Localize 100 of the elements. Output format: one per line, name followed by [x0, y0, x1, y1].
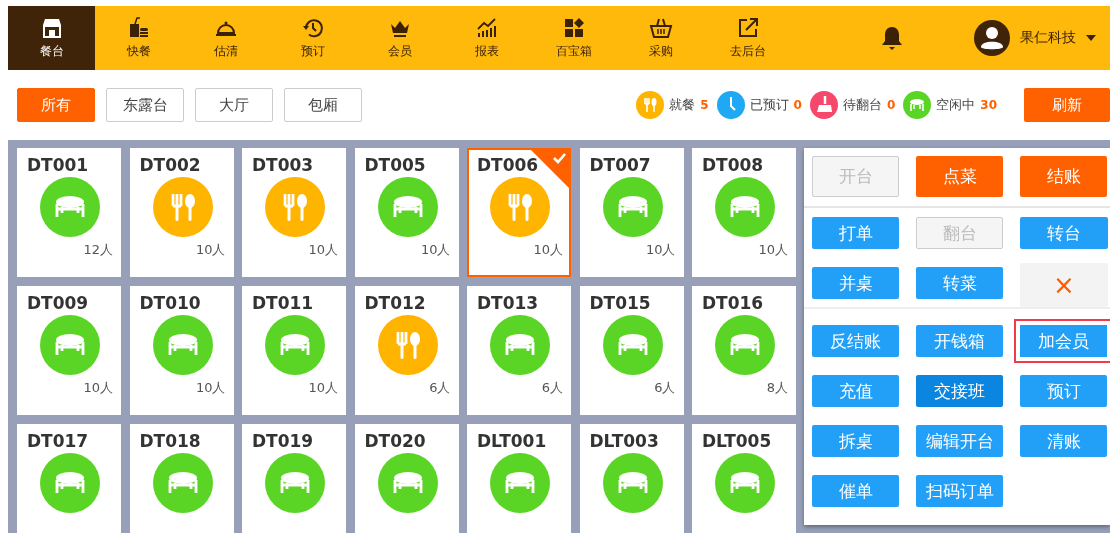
table-name: DT003 [252, 154, 315, 176]
table-card[interactable]: DT001 12人 [17, 148, 121, 277]
table-icon [490, 453, 550, 513]
table-icon [377, 453, 438, 513]
table-name: DT002 [139, 154, 202, 176]
status-label: 待翻台 [842, 96, 882, 114]
table-name: DT001 [27, 154, 90, 176]
table-icon [715, 177, 775, 237]
table-icon [715, 453, 775, 513]
table-card[interactable]: DT019 [242, 424, 346, 533]
table-icon [377, 177, 438, 237]
action-button[interactable]: 交接班 [916, 375, 1003, 407]
area-tab[interactable]: 东露台 [106, 88, 184, 122]
nav-tab[interactable]: 会员 [356, 6, 443, 70]
seat-count: 10人 [758, 241, 788, 259]
seat-count: 6人 [654, 379, 676, 397]
table-name: DT018 [139, 430, 202, 452]
seat-count: 10人 [420, 241, 451, 259]
status-label: 已预订 [749, 96, 789, 114]
user-menu[interactable]: 果仁科技 [1020, 29, 1096, 47]
seat-count: 10人 [308, 241, 338, 259]
table-name: DT011 [252, 292, 315, 314]
table-card[interactable]: DT009 10人 [17, 286, 121, 415]
table-name: DT016 [702, 292, 765, 314]
table-name: DT012 [364, 292, 427, 314]
table-card[interactable]: DT005 10人 [354, 148, 459, 277]
table-card[interactable]: DLT001 [467, 424, 571, 533]
table-name: DT010 [139, 292, 202, 314]
table-icon [265, 453, 325, 513]
nav-tab[interactable]: 百宝箱 [530, 6, 617, 70]
table-name: DLT005 [702, 430, 773, 452]
seat-count: 8人 [766, 379, 788, 397]
area-tab[interactable]: 大厅 [195, 88, 273, 122]
table-icon [602, 453, 663, 513]
table-card[interactable]: DLT003 [579, 424, 684, 533]
table-card[interactable]: DT012 6人 [354, 286, 459, 415]
fork-and-spoon-icon [152, 177, 213, 237]
status-count: 0 [886, 98, 896, 112]
table-card[interactable]: DT013 6人 [467, 286, 571, 415]
table-name: DT017 [27, 430, 90, 452]
nav-tab[interactable]: 采购 [617, 6, 704, 70]
table-name: DT020 [364, 430, 427, 452]
nav-tab[interactable]: 餐台 [8, 6, 95, 70]
basket-icon [648, 16, 673, 40]
table-name: DT009 [27, 292, 90, 314]
table-card[interactable]: DT006 10人 [467, 148, 571, 277]
seat-count: 10人 [195, 241, 226, 259]
status-label: 就餐 [669, 96, 696, 114]
table-card[interactable]: DLT005 [692, 424, 796, 533]
table-name: DT013 [477, 292, 540, 314]
table-icon [715, 315, 775, 375]
table-icon [602, 177, 663, 237]
seat-count: 10人 [195, 379, 226, 397]
table-name: DLT003 [589, 430, 660, 452]
caret-icon [1086, 35, 1096, 41]
nav-tab[interactable]: 估清 [182, 6, 269, 70]
table-card[interactable]: DT017 [17, 424, 121, 533]
table-card[interactable]: DT020 [354, 424, 459, 533]
table-icon [152, 453, 213, 513]
nav-tab[interactable]: 预订 [269, 6, 356, 70]
table-name: DT006 [477, 154, 540, 176]
table-name: DT015 [589, 292, 652, 314]
seat-count: 6人 [429, 379, 451, 397]
fork-and-spoon-icon [377, 315, 438, 375]
seat-count: 10人 [308, 379, 338, 397]
table-name: DT005 [364, 154, 427, 176]
table-card[interactable]: DT008 10人 [692, 148, 796, 277]
table-name: DLT001 [477, 430, 548, 452]
table-card[interactable]: DT010 10人 [129, 286, 234, 415]
nav-tab[interactable]: 去后台 [704, 6, 791, 70]
table-card[interactable]: DT016 8人 [692, 286, 796, 415]
table-card[interactable]: DT011 10人 [242, 286, 346, 415]
area-tab[interactable]: 包厢 [284, 88, 362, 122]
table-icon [40, 453, 100, 513]
status-count: 0 [793, 98, 802, 112]
table-name: DT019 [252, 430, 315, 452]
table-card[interactable]: DT018 [129, 424, 234, 533]
status-count: 5 [700, 98, 709, 112]
status-count: 30 [980, 98, 997, 112]
history-icon [300, 16, 325, 40]
seat-count: 10人 [533, 241, 563, 259]
table-icon [602, 315, 663, 375]
seat-count: 12人 [83, 241, 113, 259]
nav-tab[interactable]: 快餐 [95, 6, 182, 70]
table-card[interactable]: DT003 10人 [242, 148, 346, 277]
table-card[interactable]: DT002 10人 [129, 148, 234, 277]
table-icon [265, 315, 325, 375]
seat-count: 10人 [83, 379, 113, 397]
fork-and-spoon-icon [490, 177, 550, 237]
table-name: DT008 [702, 154, 765, 176]
status-label: 空闲中 [936, 96, 976, 114]
table-icon [152, 315, 213, 375]
nav-tab[interactable]: 报表 [443, 6, 530, 70]
table-icon [40, 177, 100, 237]
seat-count: 6人 [541, 379, 563, 397]
table-name: DT007 [589, 154, 652, 176]
avatar-icon [974, 20, 1010, 56]
seat-count: 10人 [645, 241, 676, 259]
table-card[interactable]: DT007 10人 [579, 148, 684, 277]
table-card[interactable]: DT015 6人 [579, 286, 684, 415]
